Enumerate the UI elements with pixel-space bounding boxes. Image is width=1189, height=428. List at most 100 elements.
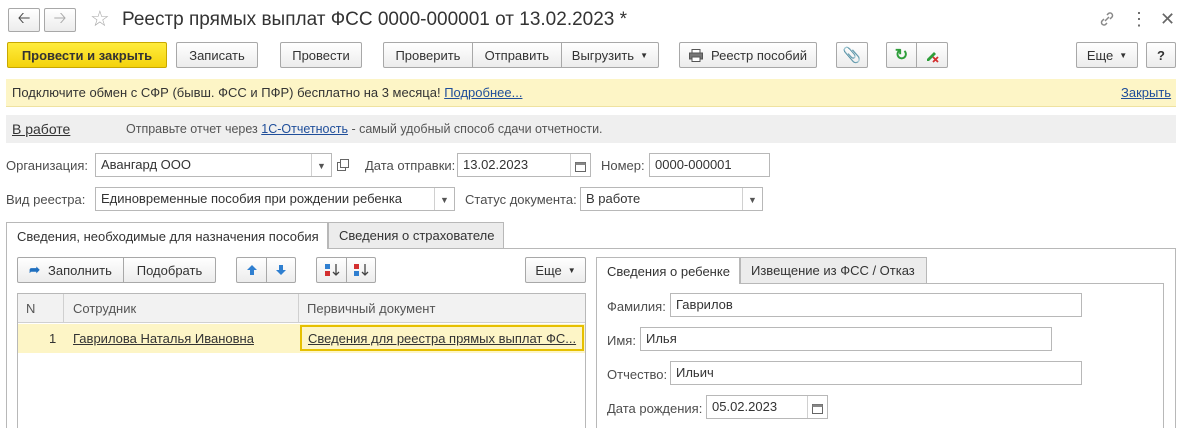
number-field[interactable]: 0000-000001 (649, 153, 770, 177)
edit-cancel-icon (927, 52, 939, 63)
calendar-icon (575, 161, 586, 172)
promo-more-link[interactable]: Подробнее... (444, 85, 522, 100)
sort-descending-icon (354, 264, 369, 276)
promo-close-link[interactable]: Закрыть (1121, 85, 1171, 100)
left-more-button[interactable]: Еще ▼ (525, 257, 586, 283)
birth-date-field[interactable]: 05.02.2023 (706, 395, 828, 419)
row-number: 1 (49, 331, 57, 346)
fill-arrow-icon: ➦ (29, 262, 41, 277)
register-type-dropdown-button[interactable]: ▼ (434, 188, 454, 210)
save-button[interactable]: Записать (176, 42, 258, 68)
dropdown-arrow-icon: ▼ (1119, 50, 1128, 60)
tab-child-info[interactable]: Сведения о ребенке (596, 257, 740, 284)
header-divider (298, 294, 299, 323)
dropdown-arrow-icon: ▼ (317, 161, 326, 171)
org-value: Авангард ООО (101, 157, 191, 172)
number-label: Номер: (601, 158, 645, 173)
move-down-button[interactable] (267, 258, 295, 282)
fill-button[interactable]: ➦ Заполнить (18, 258, 124, 282)
benefits-register-label: Реестр пособий (711, 47, 807, 63)
doc-status-dropdown-button[interactable]: ▼ (742, 188, 762, 210)
send-date-label: Дата отправки: (365, 158, 456, 173)
link-icon[interactable] (1098, 10, 1116, 28)
move-buttons-group (236, 257, 296, 283)
row-document-link[interactable]: Сведения для реестра прямых выплат ФС... (308, 331, 576, 346)
move-up-button[interactable] (237, 258, 267, 282)
header-divider (63, 294, 64, 323)
window-title: Реестр прямых выплат ФСС 0000-000001 от … (122, 9, 628, 30)
surname-label: Фамилия: (607, 299, 666, 314)
doc-status-field[interactable]: В работе ▼ (580, 187, 763, 211)
send-button[interactable]: Отправить (473, 43, 562, 67)
benefits-register-button[interactable]: Реестр пособий (679, 42, 817, 68)
open-window-icon (337, 159, 349, 171)
patronymic-label: Отчество: (607, 367, 668, 382)
birth-date-value: 05.02.2023 (712, 399, 778, 414)
upload-button[interactable]: Выгрузить ▼ (562, 43, 658, 67)
calendar-icon (812, 403, 823, 414)
dropdown-arrow-icon: ▼ (748, 195, 757, 205)
dropdown-arrow-icon: ▼ (567, 265, 576, 275)
doc-status-label: Статус документа: (465, 192, 577, 207)
birth-date-calendar-button[interactable] (807, 396, 827, 418)
send-date-field[interactable]: 13.02.2023 (457, 153, 591, 177)
row-employee-link[interactable]: Гаврилова Наталья Ивановна (73, 331, 254, 346)
upload-label: Выгрузить (571, 47, 635, 63)
header-col-document[interactable]: Первичный документ (307, 301, 435, 316)
promo-text: Подключите обмен с СФР (бывш. ФСС и ПФР)… (12, 85, 441, 100)
send-date-calendar-button[interactable] (570, 154, 590, 176)
fill-label: Заполнить (48, 262, 112, 278)
org-open-button[interactable] (334, 156, 352, 174)
register-type-label: Вид реестра: (6, 192, 86, 207)
doc-status-value: В работе (586, 191, 641, 206)
patronymic-field[interactable]: Ильич (670, 361, 1082, 385)
row-document-cell[interactable]: Сведения для реестра прямых выплат ФС... (300, 325, 584, 351)
refresh-icon: ↻ (894, 47, 909, 64)
send-date-value: 13.02.2023 (463, 157, 529, 172)
sort-buttons-group (316, 257, 376, 283)
post-and-close-button[interactable]: Провести и закрыть (7, 42, 167, 68)
kebab-menu-icon[interactable]: ⋮ (1130, 8, 1148, 30)
org-label: Организация: (6, 158, 89, 173)
tab-insurer-info[interactable]: Сведения о страхователе (328, 222, 504, 248)
close-icon[interactable]: ✕ (1160, 8, 1175, 30)
arrow-up-icon (246, 265, 257, 275)
tab-fss-notice[interactable]: Извещение из ФСС / Отказ (740, 257, 927, 283)
hint-prefix: Отправьте отчет через (126, 122, 258, 136)
more-button[interactable]: Еще ▼ (1076, 42, 1138, 68)
register-type-value: Единовременные пособия при рождении ребе… (101, 191, 403, 206)
paperclip-icon: 📎 (842, 47, 862, 64)
org-dropdown-button[interactable]: ▼ (311, 154, 331, 176)
surname-field[interactable]: Гаврилов (670, 293, 1082, 317)
sort-asc-button[interactable] (317, 258, 347, 282)
sort-desc-button[interactable] (347, 258, 375, 282)
favorite-star-icon[interactable]: ☆ (90, 6, 110, 32)
sort-ascending-icon (324, 264, 339, 276)
forward-button[interactable]: 🡢 (44, 8, 76, 32)
post-button[interactable]: Провести (280, 42, 362, 68)
attach-button[interactable]: 📎 (836, 42, 868, 68)
select-button[interactable]: Подобрать (124, 258, 215, 282)
org-field[interactable]: Авангард ООО ▼ (95, 153, 332, 177)
back-button[interactable]: 🡠 (8, 8, 40, 32)
help-button[interactable]: ? (1146, 42, 1176, 68)
clear-posting-button[interactable] (917, 43, 947, 67)
header-col-employee[interactable]: Сотрудник (73, 301, 136, 316)
check-button[interactable]: Проверить (384, 43, 473, 67)
fill-select-group: ➦ Заполнить Подобрать (17, 257, 216, 283)
name-field[interactable]: Илья (640, 327, 1052, 351)
header-col-n[interactable]: N (26, 301, 35, 316)
promo-banner-text: Подключите обмен с СФР (бывш. ФСС и ПФР)… (12, 85, 522, 100)
arrow-left-icon: 🡠 (17, 9, 31, 27)
refresh-button[interactable]: ↻ (887, 43, 917, 67)
dropdown-arrow-icon: ▼ (440, 195, 449, 205)
arrow-right-icon: 🡢 (53, 9, 67, 27)
register-type-field[interactable]: Единовременные пособия при рождении ребе… (95, 187, 455, 211)
dropdown-arrow-icon: ▼ (640, 50, 648, 60)
name-label: Имя: (607, 333, 636, 348)
printer-icon (689, 48, 703, 62)
status-hint: Отправьте отчет через 1С-Отчетность - са… (126, 122, 603, 136)
status-link[interactable]: В работе (12, 121, 70, 137)
tab-benefit-info[interactable]: Сведения, необходимые для назначения пос… (6, 222, 328, 249)
hint-link[interactable]: 1С-Отчетность (261, 122, 348, 136)
